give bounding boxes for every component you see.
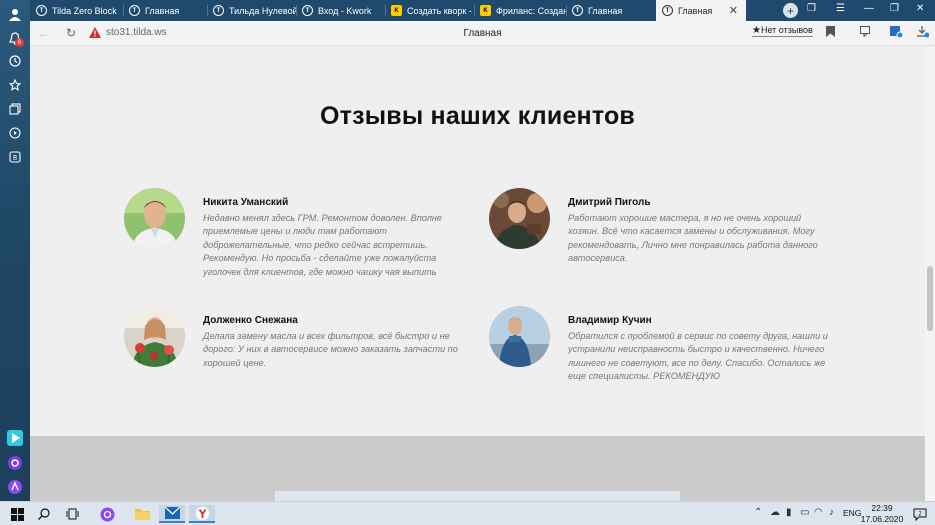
search-icon[interactable]: [32, 505, 56, 523]
profile-icon[interactable]: [5, 4, 25, 24]
tab-close-icon[interactable]: ✕: [729, 4, 738, 17]
tab-freelance-create[interactable]: K Фриланс: Создан: [474, 0, 566, 21]
reviewer-avatar-photo: [489, 306, 550, 367]
collections-icon[interactable]: [5, 99, 25, 119]
restore-button[interactable]: ❐: [890, 3, 899, 14]
tab-tilda-nulevoi[interactable]: T Тильда Нулевой: [207, 0, 296, 21]
close-window-button[interactable]: ✕: [916, 3, 924, 14]
tab-glavnaya-2[interactable]: T Главная: [566, 0, 656, 21]
extension-icon[interactable]: [890, 26, 904, 41]
tilda-favicon-icon: T: [572, 5, 583, 16]
alice-assistant-icon[interactable]: [5, 453, 25, 473]
reviewer-name: Владимир Кучин: [568, 315, 652, 326]
tab-kwork-login[interactable]: T Вход - Kwork: [296, 0, 385, 21]
protect-icon[interactable]: [860, 26, 872, 40]
page-viewport: Отзывы наших клиентов Никита Уманский Не…: [30, 46, 925, 501]
windows-start-icon[interactable]: [4, 505, 30, 523]
next-section-image: [275, 491, 680, 501]
tray-network-icon[interactable]: ▭: [800, 507, 809, 518]
reviewer-name: Долженко Снежана: [203, 315, 298, 326]
kwork-favicon-icon: K: [391, 5, 402, 16]
notification-count-badge: 6: [15, 38, 24, 47]
reviews-label: Нет отзывов: [760, 25, 813, 35]
address-toolbar: ← ↻ sto31.tilda.ws Главная ★Нет отзывов: [30, 21, 935, 46]
tab-label: Вход - Kwork: [318, 5, 372, 16]
tab-label: Главная: [678, 5, 713, 16]
review-text: Недавно менял здесь ГРМ. Ремонтом доволе…: [203, 213, 443, 277]
action-center-icon[interactable]: 2: [910, 505, 930, 523]
tab-label: Создать кворк -: [407, 5, 472, 16]
tab-glavnaya-1[interactable]: T Главная: [123, 0, 207, 21]
next-section: [30, 436, 925, 501]
review-text: Обратился с проблемой в сервис по совету…: [568, 331, 828, 382]
tray-chevron-icon[interactable]: ⌃: [754, 507, 762, 518]
tab-label: Тильда Нулевой: [229, 5, 296, 16]
tray-volume-icon[interactable]: ♪: [829, 507, 834, 518]
tilda-favicon-icon: T: [213, 5, 224, 16]
browser-sidebar: 6 8: [0, 0, 30, 501]
tab-glavnaya-active[interactable]: T Главная ✕: [656, 0, 746, 21]
file-explorer-icon[interactable]: [130, 505, 154, 523]
video-play-icon[interactable]: [5, 123, 25, 143]
history-clock-icon[interactable]: [5, 51, 25, 71]
menu-icon[interactable]: ☰: [836, 3, 845, 14]
star-icon: ★: [752, 25, 761, 36]
action-center-count: 2: [918, 510, 922, 517]
tab-create-kwork[interactable]: K Создать кворк -: [385, 0, 474, 21]
reviews-heading: Отзывы наших клиентов: [319, 102, 635, 130]
bookmark-icon[interactable]: [826, 26, 835, 40]
new-tab-button[interactable]: +: [783, 3, 798, 18]
reviewer-avatar-photo: [489, 188, 550, 249]
svg-text:8: 8: [13, 154, 17, 162]
tray-usb-icon[interactable]: ▮: [786, 507, 792, 518]
kwork-favicon-icon: T: [302, 5, 313, 16]
alice-taskbar-icon[interactable]: [95, 505, 119, 523]
tab-label: Фриланс: Создан: [496, 5, 566, 16]
kwork-favicon-icon: K: [480, 5, 491, 16]
tilda-favicon-icon: T: [662, 5, 673, 16]
tilda-favicon-icon: T: [129, 5, 140, 16]
tray-wifi-icon[interactable]: ◠: [814, 507, 823, 518]
task-view-icon[interactable]: [60, 505, 84, 523]
reviews-button[interactable]: ★Нет отзывов: [752, 25, 813, 37]
clock-time: 22:39: [871, 503, 893, 513]
tab-label: Tilda Zero Block: [52, 5, 117, 16]
windows-taskbar: ⌃ ☁ ▮ ▭ ◠ ♪ ENG 22:39 17.06.2020 2: [0, 501, 935, 525]
tab-label: Главная: [588, 5, 623, 16]
favorites-star-icon[interactable]: [5, 75, 25, 95]
mail-app-icon[interactable]: [159, 505, 185, 523]
tabs-overview-icon[interactable]: ❐: [807, 3, 816, 14]
reviewer-avatar-photo: [124, 306, 185, 367]
downloads-icon[interactable]: [917, 26, 930, 41]
reviewer-avatar-photo: [124, 188, 185, 249]
tab-label: Главная: [145, 5, 180, 16]
clock-date: 17.06.2020: [860, 514, 904, 524]
review-text: Работают хорошие мастера, я но не очень …: [568, 213, 818, 264]
tab-tilda-zero-block[interactable]: T Tilda Zero Block: [30, 0, 123, 21]
tab-strip: T Tilda Zero Block T Главная T Тильда Ну…: [30, 0, 935, 21]
reviewer-name: Никита Уманский: [203, 197, 289, 208]
tray-cloud-icon[interactable]: ☁: [770, 507, 780, 518]
system-clock[interactable]: 22:39 17.06.2020: [857, 503, 907, 525]
alice-voice-icon[interactable]: [5, 477, 25, 497]
yandex-play-icon[interactable]: [5, 428, 25, 448]
yandex-browser-icon[interactable]: [189, 505, 215, 523]
reviewer-name: Дмитрий Пиголь: [568, 197, 651, 208]
tilda-favicon-icon: T: [36, 5, 47, 16]
minimize-button[interactable]: —: [864, 3, 874, 14]
review-text: Делала замену масла и всех фильтров, всё…: [203, 331, 458, 368]
app-8-icon[interactable]: 8: [5, 147, 25, 167]
scrollbar-thumb[interactable]: [927, 266, 933, 331]
page-scrollbar[interactable]: [925, 46, 935, 501]
